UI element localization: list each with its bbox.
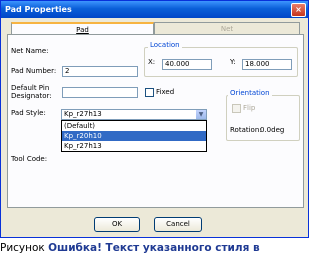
ok-button[interactable]: OK <box>94 217 140 232</box>
rotation-value: 0.0deg <box>260 126 285 134</box>
pad-style-label: Pad Style: <box>11 109 46 117</box>
tab-net[interactable]: Net <box>154 22 300 34</box>
y-label: Y: <box>230 58 236 66</box>
title-bar[interactable]: Pad Properties × <box>1 1 308 18</box>
tab-pad[interactable]: Pad <box>11 22 154 34</box>
pad-number-label: Pad Number: <box>11 67 57 75</box>
orientation-title: Orientation <box>228 89 272 97</box>
net-name-label: Net Name: <box>11 47 49 55</box>
tool-code-label: Tool Code: <box>11 155 48 163</box>
flip-checkbox[interactable] <box>232 104 241 113</box>
fixed-checkbox[interactable] <box>145 88 154 97</box>
pad-style-value: Kp_r27h13 <box>64 110 102 118</box>
rotation-label: Rotation: <box>230 126 262 134</box>
caption-error-text: Ошибка! Текст указанного стиля в <box>48 242 260 254</box>
default-pin-label-line2: Designator: <box>11 92 52 100</box>
close-icon: × <box>295 5 302 14</box>
close-button[interactable]: × <box>291 3 306 17</box>
default-pin-label-line1: Default Pin <box>11 84 50 92</box>
x-label: X: <box>148 58 156 66</box>
pad-style-select[interactable]: Kp_r27h13 ▼ <box>61 109 207 120</box>
fixed-label: Fixed <box>156 88 175 96</box>
dropdown-option-selected[interactable]: Kp_r20h10 <box>62 131 206 141</box>
location-title: Location <box>148 41 182 49</box>
chevron-down-icon[interactable]: ▼ <box>196 110 206 119</box>
flip-label: Flip <box>243 104 256 112</box>
y-input[interactable]: 18.000 <box>242 59 292 70</box>
window-title: Pad Properties <box>5 5 72 14</box>
caption-prefix: Рисунок <box>0 242 49 254</box>
dropdown-option[interactable]: (Default) <box>62 121 206 131</box>
figure-caption: Рисунок Ошибка! Текст указанного стиля в <box>0 238 309 261</box>
pad-properties-dialog: Pad Properties × Pad Net Net Name: Pad N… <box>0 0 309 238</box>
orientation-group <box>226 95 300 141</box>
x-input[interactable]: 40.000 <box>162 59 212 70</box>
pad-style-dropdown-list: (Default) Kp_r20h10 Kp_r27h13 <box>61 120 207 152</box>
default-pin-input[interactable] <box>62 87 138 98</box>
cancel-button[interactable]: Cancel <box>154 217 202 232</box>
dropdown-option[interactable]: Kp_r27h13 <box>62 141 206 151</box>
pad-number-input[interactable]: 2 <box>62 66 138 77</box>
